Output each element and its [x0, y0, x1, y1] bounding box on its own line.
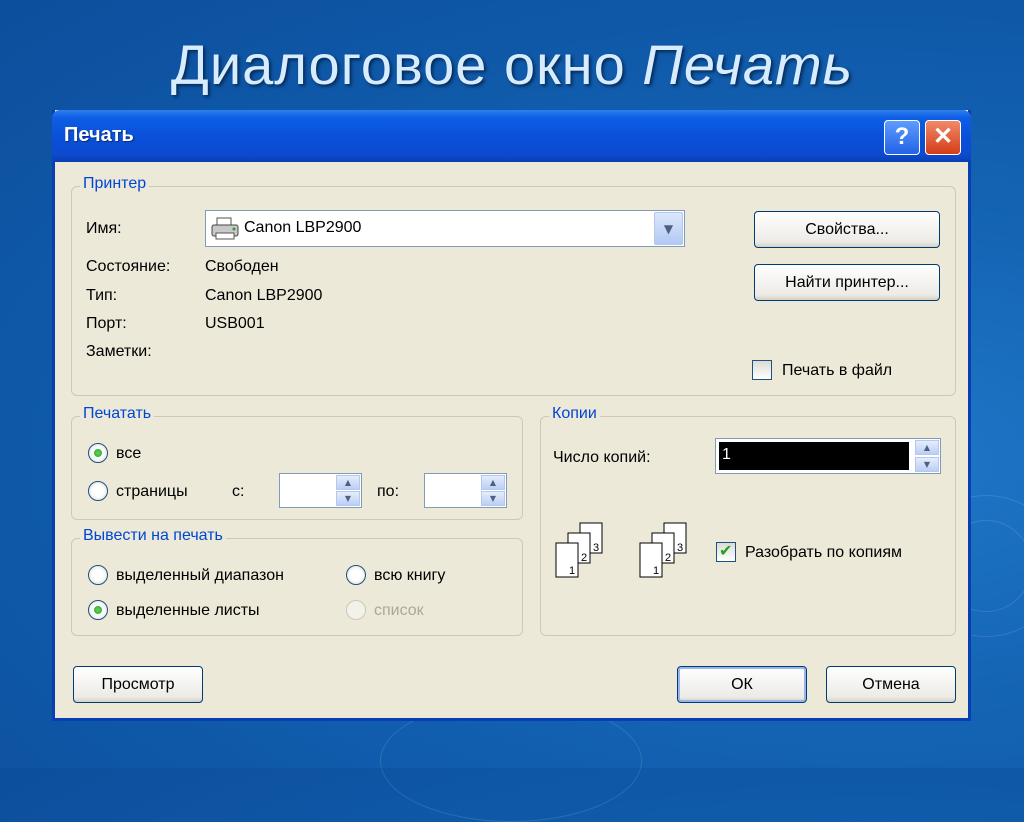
- spin-up-icon[interactable]: ▲: [915, 440, 939, 455]
- collate-page-number: 1: [653, 565, 660, 577]
- collate-page-number: 2: [665, 552, 672, 564]
- print-what-group: Вывести на печать: [71, 527, 523, 636]
- chevron-down-icon[interactable]: ▼: [654, 212, 683, 245]
- ok-button[interactable]: ОК: [677, 666, 807, 703]
- spin-up-icon[interactable]: ▲: [336, 475, 360, 490]
- print-pages-radio[interactable]: [88, 481, 108, 501]
- print-all-label[interactable]: все: [116, 445, 141, 463]
- cancel-button[interactable]: Отмена: [826, 666, 956, 703]
- dialog-titlebar[interactable]: Печать ? ✕: [52, 110, 971, 162]
- list-label: список: [374, 602, 424, 619]
- printer-port-label: Порт:: [86, 315, 127, 332]
- print-all-radio[interactable]: [88, 443, 108, 463]
- active-sheets-radio[interactable]: [88, 600, 108, 620]
- preview-button[interactable]: Просмотр: [73, 666, 203, 703]
- from-page-label: с:: [232, 483, 245, 500]
- number-of-copies-input[interactable]: 1 ▲ ▼: [715, 438, 941, 474]
- selection-label[interactable]: выделенный диапазон: [116, 567, 284, 585]
- entire-workbook-label[interactable]: всю книгу: [374, 567, 445, 585]
- entire-workbook-radio[interactable]: [346, 565, 366, 585]
- number-of-copies-value: 1: [722, 446, 731, 463]
- find-printer-button[interactable]: Найти принтер...: [754, 264, 940, 301]
- number-of-copies-label: Число копий:: [553, 449, 651, 466]
- to-page-input[interactable]: ▲ ▼: [424, 473, 507, 508]
- spin-down-icon[interactable]: ▼: [915, 457, 939, 472]
- collate-checkbox[interactable]: [716, 541, 736, 562]
- to-page-label: по:: [377, 483, 400, 500]
- active-sheets-label[interactable]: выделенные листы: [116, 602, 260, 620]
- selection-radio[interactable]: [88, 565, 108, 585]
- spin-down-icon[interactable]: ▼: [481, 491, 505, 506]
- dialog-title: Печать: [64, 124, 134, 146]
- spin-up-icon[interactable]: ▲: [481, 475, 505, 490]
- printer-status-value: Свободен: [205, 258, 279, 275]
- collate-page-number: 1: [569, 565, 576, 577]
- collate-label[interactable]: Разобрать по копиям: [745, 544, 902, 562]
- number-of-copies-field[interactable]: 1: [719, 442, 909, 470]
- printer-type-label: Тип:: [86, 287, 118, 304]
- printer-group-legend: Принтер: [80, 175, 150, 193]
- printer-icon: [211, 217, 239, 240]
- from-page-input[interactable]: ▲ ▼: [279, 473, 362, 508]
- printer-name-label: Имя:: [86, 220, 122, 237]
- print-what-legend: Вывести на печать: [80, 527, 226, 545]
- collated-pages-icon: [555, 522, 603, 578]
- slide-title-text: Диалоговое окно: [170, 33, 643, 96]
- properties-button[interactable]: Свойства...: [754, 211, 940, 248]
- collate-page-number: 3: [677, 542, 684, 554]
- close-icon[interactable]: ✕: [925, 120, 961, 155]
- printer-name-value: Canon LBP2900: [244, 219, 362, 236]
- print-dialog: Печать ? ✕ Принтер Имя: Canon LBP2900 ▼ …: [52, 110, 971, 721]
- print-pages-label[interactable]: страницы: [116, 483, 188, 501]
- printer-notes-label: Заметки:: [86, 343, 152, 360]
- collated-pages-icon: [639, 522, 687, 578]
- print-to-file-checkbox[interactable]: [752, 360, 772, 380]
- print-range-legend: Печатать: [80, 405, 155, 423]
- spin-down-icon[interactable]: ▼: [336, 491, 360, 506]
- printer-name-select[interactable]: Canon LBP2900 ▼: [205, 210, 685, 247]
- slide-title-emphasis: Печать: [642, 33, 854, 96]
- copies-legend: Копии: [549, 405, 600, 423]
- printer-status-label: Состояние:: [86, 258, 171, 275]
- collate-page-number: 2: [581, 552, 588, 564]
- printer-type-value: Canon LBP2900: [205, 287, 323, 304]
- list-radio: [346, 600, 366, 620]
- collate-page-number: 3: [593, 542, 600, 554]
- slide-title: Диалоговое окно Печать: [0, 32, 1024, 97]
- printer-port-value: USB001: [205, 315, 265, 332]
- help-icon[interactable]: ?: [884, 120, 920, 155]
- print-to-file-label[interactable]: Печать в файл: [782, 362, 892, 380]
